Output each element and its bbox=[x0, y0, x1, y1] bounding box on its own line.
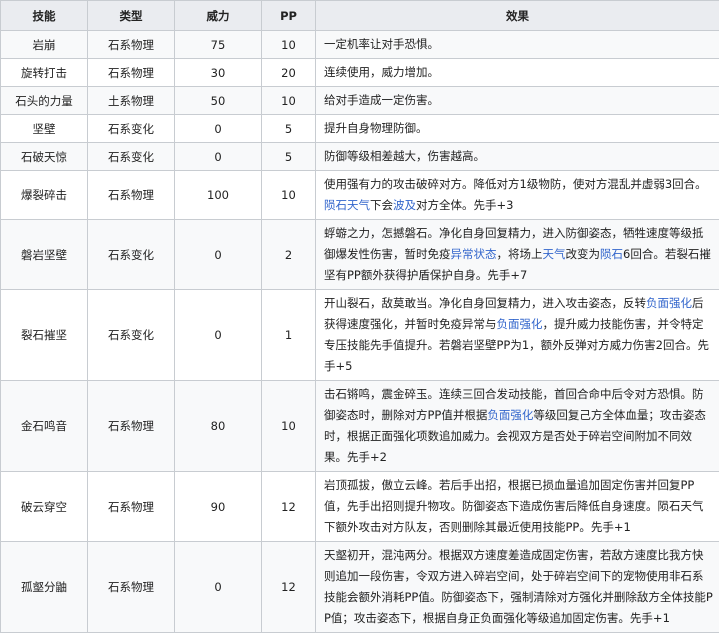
effect-text: 使用强有力的攻击破碎对方。降低对方1级物防，使对方混乱并虚弱3回合。 bbox=[324, 177, 707, 191]
skill-pp-cell: 12 bbox=[262, 472, 316, 542]
table-row: 爆裂碎击石系物理10010使用强有力的攻击破碎对方。降低对方1级物防，使对方混乱… bbox=[1, 171, 719, 220]
skill-name-cell: 磐岩坚壁 bbox=[1, 220, 88, 290]
skill-effect-cell: 蜉蝣之力，怎撼磐石。净化自身回复精力，进入防御姿态，牺牲速度等级抵御爆发性伤害，… bbox=[316, 220, 719, 290]
skill-power-cell: 0 bbox=[175, 143, 262, 171]
skill-type-cell: 土系物理 bbox=[88, 87, 175, 115]
effect-link[interactable]: 陨石天气 bbox=[324, 198, 370, 212]
header-effect[interactable]: 效果 bbox=[316, 1, 719, 31]
skill-power-cell: 0 bbox=[175, 290, 262, 381]
skill-type-cell: 石系变化 bbox=[88, 115, 175, 143]
table-row: 破云穿空石系物理9012岩顶孤拔，傲立云峰。若后手出招，根据已损血量追加固定伤害… bbox=[1, 472, 719, 542]
table-row: 岩崩石系物理7510 一定机率让对手恐惧。 bbox=[1, 31, 719, 59]
table-row: 裂石摧坚石系变化01开山裂石，敌莫敢当。净化自身回复精力，进入攻击姿态，反转负面… bbox=[1, 290, 719, 381]
skill-power-cell: 80 bbox=[175, 381, 262, 472]
skill-effect-cell: 给对手造成一定伤害。 bbox=[316, 87, 719, 115]
effect-link[interactable]: 负面强化 bbox=[497, 317, 543, 331]
skill-power-cell: 50 bbox=[175, 87, 262, 115]
header-skill[interactable]: 技能 bbox=[1, 1, 88, 31]
effect-text: 岩顶孤拔，傲立云峰。若后手出招，根据已损血量追加固定伤害并回复PP值，先手出招则… bbox=[324, 478, 704, 534]
skill-power-cell: 30 bbox=[175, 59, 262, 87]
effect-link[interactable]: 异常状态 bbox=[451, 247, 497, 261]
skill-type-cell: 石系物理 bbox=[88, 31, 175, 59]
skill-power-cell: 100 bbox=[175, 171, 262, 220]
skill-power-cell: 90 bbox=[175, 472, 262, 542]
effect-link[interactable]: 陨石 bbox=[600, 247, 623, 261]
table-row: 石头的力量土系物理5010 给对手造成一定伤害。 bbox=[1, 87, 719, 115]
effect-text: 防御等级相差越大，伤害越高。 bbox=[324, 149, 485, 163]
skill-name-cell: 旋转打击 bbox=[1, 59, 88, 87]
skill-effect-cell: 天壑初开，混沌两分。根据双方速度差造成固定伤害，若敌方速度比我方快则追加一段伤害… bbox=[316, 542, 719, 633]
skill-pp-cell: 20 bbox=[262, 59, 316, 87]
table-row: 孤壑分鼬石系物理012天壑初开，混沌两分。根据双方速度差造成固定伤害，若敌方速度… bbox=[1, 542, 719, 633]
skill-effect-cell: 一定机率让对手恐惧。 bbox=[316, 31, 719, 59]
table-row: 石破天惊石系变化05 防御等级相差越大，伤害越高。 bbox=[1, 143, 719, 171]
skill-pp-cell: 2 bbox=[262, 220, 316, 290]
skill-effect-cell: 岩顶孤拔，傲立云峰。若后手出招，根据已损血量追加固定伤害并回复PP值，先手出招则… bbox=[316, 472, 719, 542]
skill-pp-cell: 5 bbox=[262, 115, 316, 143]
effect-text: 对方全体。先手+3 bbox=[416, 198, 513, 212]
skill-effect-cell: 击石锵鸣，震金碎玉。连续三回合发动技能，首回合命中后令对方恐惧。防御姿态时，删除… bbox=[316, 381, 719, 472]
skill-type-cell: 石系物理 bbox=[88, 472, 175, 542]
skill-type-cell: 石系物理 bbox=[88, 171, 175, 220]
header-type[interactable]: 类型 bbox=[88, 1, 175, 31]
skill-pp-cell: 10 bbox=[262, 87, 316, 115]
effect-link[interactable]: 负面强化 bbox=[487, 408, 533, 422]
skill-power-cell: 0 bbox=[175, 542, 262, 633]
effect-link[interactable]: 波及 bbox=[393, 198, 416, 212]
effect-text: 连续使用，威力增加。 bbox=[324, 65, 439, 79]
skill-name-cell: 金石鸣音 bbox=[1, 381, 88, 472]
header-pp[interactable]: PP bbox=[262, 1, 316, 31]
effect-text: 下会 bbox=[370, 198, 393, 212]
skill-name-cell: 石头的力量 bbox=[1, 87, 88, 115]
skill-effect-cell: 开山裂石，敌莫敢当。净化自身回复精力，进入攻击姿态，反转负面强化后获得速度强化，… bbox=[316, 290, 719, 381]
skill-pp-cell: 1 bbox=[262, 290, 316, 381]
skill-name-cell: 爆裂碎击 bbox=[1, 171, 88, 220]
skill-pp-cell: 10 bbox=[262, 171, 316, 220]
skill-name-cell: 孤壑分鼬 bbox=[1, 542, 88, 633]
skill-effect-cell: 连续使用，威力增加。 bbox=[316, 59, 719, 87]
effect-text: 给对手造成一定伤害。 bbox=[324, 93, 439, 107]
header-row: 技能 类型 威力 PP 效果 bbox=[1, 1, 719, 31]
skill-name-cell: 裂石摧坚 bbox=[1, 290, 88, 381]
effect-link[interactable]: 负面强化 bbox=[646, 296, 692, 310]
skill-pp-cell: 12 bbox=[262, 542, 316, 633]
skill-power-cell: 75 bbox=[175, 31, 262, 59]
skill-name-cell: 坚壁 bbox=[1, 115, 88, 143]
skill-effect-cell: 使用强有力的攻击破碎对方。降低对方1级物防，使对方混乱并虚弱3回合。陨石天气下会… bbox=[316, 171, 719, 220]
skill-type-cell: 石系物理 bbox=[88, 542, 175, 633]
skill-pp-cell: 10 bbox=[262, 381, 316, 472]
skill-type-cell: 石系变化 bbox=[88, 143, 175, 171]
header-power[interactable]: 威力 bbox=[175, 1, 262, 31]
skill-type-cell: 石系物理 bbox=[88, 59, 175, 87]
skill-power-cell: 0 bbox=[175, 220, 262, 290]
skill-pp-cell: 5 bbox=[262, 143, 316, 171]
skill-type-cell: 石系物理 bbox=[88, 381, 175, 472]
skill-effect-cell: 提升自身物理防御。 bbox=[316, 115, 719, 143]
skill-type-cell: 石系变化 bbox=[88, 220, 175, 290]
effect-text: 一定机率让对手恐惧。 bbox=[324, 37, 439, 51]
table-row: 磐岩坚壁石系变化02蜉蝣之力，怎撼磐石。净化自身回复精力，进入防御姿态，牺牲速度… bbox=[1, 220, 719, 290]
effect-text: 天壑初开，混沌两分。根据双方速度差造成固定伤害，若敌方速度比我方快则追加一段伤害… bbox=[324, 548, 713, 625]
skill-effect-cell: 防御等级相差越大，伤害越高。 bbox=[316, 143, 719, 171]
table-row: 旋转打击石系物理3020 连续使用，威力增加。 bbox=[1, 59, 719, 87]
effect-text: 改变为 bbox=[566, 247, 601, 261]
effect-text: 提升自身物理防御。 bbox=[324, 121, 428, 135]
skill-power-cell: 0 bbox=[175, 115, 262, 143]
skill-name-cell: 破云穿空 bbox=[1, 472, 88, 542]
skill-type-cell: 石系变化 bbox=[88, 290, 175, 381]
skill-name-cell: 岩崩 bbox=[1, 31, 88, 59]
table-row: 金石鸣音石系物理8010击石锵鸣，震金碎玉。连续三回合发动技能，首回合命中后令对… bbox=[1, 381, 719, 472]
effect-text: ，将场上 bbox=[497, 247, 543, 261]
skill-name-cell: 石破天惊 bbox=[1, 143, 88, 171]
effect-link[interactable]: 天气 bbox=[543, 247, 566, 261]
skill-pp-cell: 10 bbox=[262, 31, 316, 59]
table-row: 坚壁石系变化05 提升自身物理防御。 bbox=[1, 115, 719, 143]
effect-text: 开山裂石，敌莫敢当。净化自身回复精力，进入攻击姿态，反转 bbox=[324, 296, 646, 310]
skill-table: 技能 类型 威力 PP 效果 岩崩石系物理7510一定机率让对手恐惧。旋转打击石… bbox=[0, 0, 719, 633]
